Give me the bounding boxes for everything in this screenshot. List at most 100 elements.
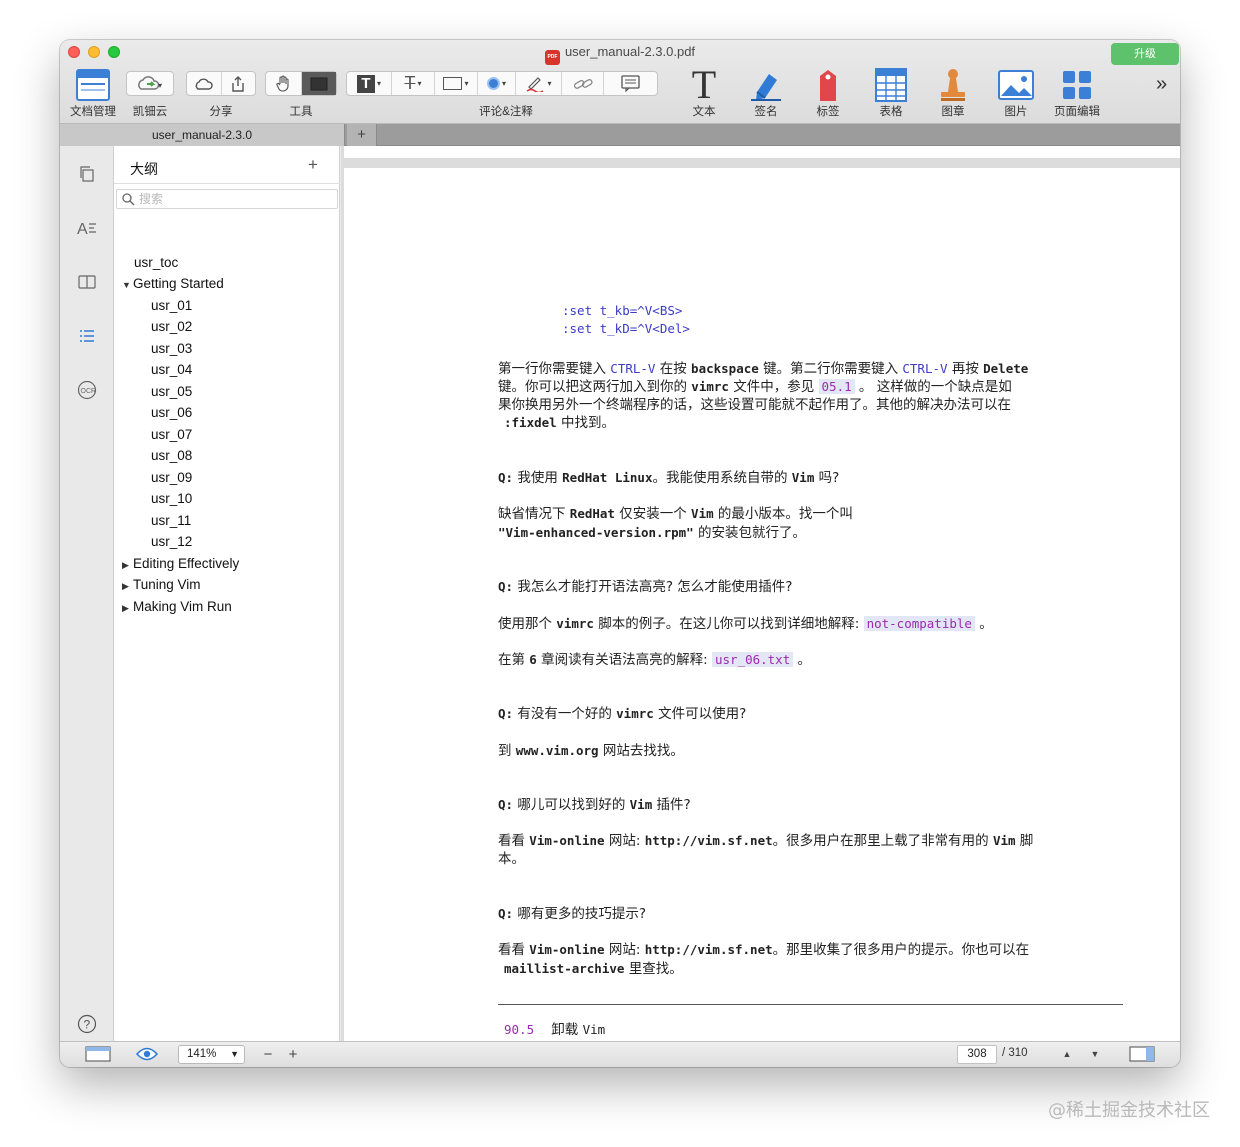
outline-item-making-vim-run[interactable]: ▶ Making Vim Run xyxy=(122,596,232,617)
tab-user-manual[interactable]: user_manual-2.3.0 xyxy=(60,124,345,146)
outline-item-usr-toc[interactable]: usr_toc xyxy=(134,252,178,273)
outline-item-usr-10[interactable]: usr_10 xyxy=(151,488,192,509)
bookmarks-button[interactable] xyxy=(77,272,97,292)
cloud-button[interactable]: ▾ xyxy=(126,71,174,96)
watermark: @稀土掘金技术社区 xyxy=(1048,1100,1210,1121)
faq-question: Q: 有没有一个好的 vimrc 文件可以使用? xyxy=(498,706,747,722)
hand-icon xyxy=(276,75,289,92)
toggle-sidebar-button[interactable] xyxy=(84,1044,112,1064)
new-tab-button[interactable]: + xyxy=(347,124,377,146)
faq-question: Q: 我使用 RedHat Linux。我能使用系统自带的 Vim 吗? xyxy=(498,470,840,486)
previous-page-edge xyxy=(344,146,1180,158)
page-edit-button[interactable] xyxy=(1057,67,1097,103)
ocr-button[interactable]: OCR xyxy=(77,380,97,400)
outline-item-usr-03[interactable]: usr_03 xyxy=(151,338,192,359)
outline-item-usr-12[interactable]: usr_12 xyxy=(151,531,192,552)
book-icon xyxy=(78,275,96,289)
page-layout-icon xyxy=(1129,1046,1155,1062)
outline-item-usr-06[interactable]: usr_06 xyxy=(151,402,192,423)
disclosure-collapsed-icon[interactable]: ▶ xyxy=(122,598,133,619)
hand-tool-button[interactable] xyxy=(266,72,302,95)
ocr-icon: OCR xyxy=(77,380,97,400)
previous-page-button[interactable]: ▲ xyxy=(1057,1044,1077,1064)
faq-answer: 到 www.vim.org 网站去找找。 xyxy=(498,743,684,759)
faq-answer: "Vim-enhanced-version.rpm" 的安装包就行了。 xyxy=(498,525,806,541)
thumbnails-button[interactable] xyxy=(77,164,97,184)
zoom-out-button[interactable]: − xyxy=(260,1044,276,1064)
sidebar-rail: A OCR ? xyxy=(60,146,114,1041)
next-page-button[interactable]: ▼ xyxy=(1085,1044,1105,1064)
strikethrough-button[interactable]: T ▾ xyxy=(392,72,435,95)
tag-label: 标签 xyxy=(816,106,840,118)
outline-button[interactable] xyxy=(77,326,97,346)
reference-link[interactable]: not-compatible xyxy=(863,616,975,631)
font-size-icon: A xyxy=(77,221,96,237)
page-layout-button[interactable] xyxy=(1128,1044,1156,1064)
toolbar-overflow-button[interactable]: » xyxy=(1156,73,1167,96)
document-manage-button[interactable] xyxy=(73,67,113,103)
pen-nib-icon xyxy=(751,74,781,101)
sign-button[interactable] xyxy=(746,67,786,103)
cloud-icon xyxy=(195,78,213,90)
outline-item-usr-05[interactable]: usr_05 xyxy=(151,381,192,402)
tag-button[interactable] xyxy=(808,67,848,103)
zoom-in-button[interactable]: + xyxy=(285,1044,301,1064)
outline-panel: 大纲 + usr_toc ▼Getting Started usr_01 usr… xyxy=(114,146,340,1041)
svg-text:A: A xyxy=(77,221,88,237)
tab-bar: user_manual-2.3.0 + xyxy=(60,124,1180,146)
outline-item-usr-09[interactable]: usr_09 xyxy=(151,467,192,488)
reference-link[interactable]: usr_06.txt xyxy=(711,652,794,667)
help-button[interactable]: ? xyxy=(77,1014,97,1034)
disclosure-collapsed-icon[interactable]: ▶ xyxy=(122,555,133,576)
text-box-button[interactable]: T ▾ xyxy=(347,72,392,95)
outline-item-getting-started[interactable]: ▼ Getting Started xyxy=(122,273,224,294)
view-mode-button[interactable] xyxy=(134,1044,160,1064)
outline-search-input[interactable] xyxy=(139,191,329,207)
eye-icon xyxy=(136,1047,158,1061)
table-button[interactable] xyxy=(871,67,911,103)
outline-item-usr-11[interactable]: usr_11 xyxy=(151,510,191,531)
document-viewer[interactable]: :set t_kb=^V<BS> :set t_kD=^V<Del> 第一行你需… xyxy=(341,146,1180,1041)
outline-header: 大纲 + xyxy=(114,146,340,184)
outline-item-tuning-vim[interactable]: ▶ Tuning Vim xyxy=(122,574,201,595)
outline-item-usr-04[interactable]: usr_04 xyxy=(151,359,192,380)
add-outline-button[interactable]: + xyxy=(308,155,318,175)
zoom-select[interactable]: 141% ▼ xyxy=(178,1045,245,1064)
help-icon: ? xyxy=(77,1014,97,1034)
sign-label: 签名 xyxy=(754,106,778,118)
image-button[interactable] xyxy=(996,67,1036,103)
code-line: :set t_kb=^V<BS> xyxy=(562,303,683,318)
outline-item-usr-07[interactable]: usr_07 xyxy=(151,424,192,445)
outline-item-usr-02[interactable]: usr_02 xyxy=(151,316,192,337)
text-search-button[interactable]: A xyxy=(77,218,97,238)
stamp-button[interactable] xyxy=(933,67,973,103)
text-tool-button[interactable]: T xyxy=(684,65,724,105)
outline-item-usr-01[interactable]: usr_01 xyxy=(151,295,192,316)
upgrade-button[interactable]: 升级 xyxy=(1111,43,1179,65)
comment-button[interactable] xyxy=(604,72,656,95)
annotate-label: 评论&注释 xyxy=(479,106,533,118)
note-color-button[interactable]: ▾ xyxy=(478,72,516,95)
page-grid-icon xyxy=(1063,71,1091,99)
shape-button[interactable]: ▾ xyxy=(435,72,478,95)
page-number-input[interactable]: 308 xyxy=(957,1045,997,1064)
outline-search[interactable] xyxy=(116,189,338,209)
list-icon xyxy=(80,330,94,342)
window-title-text: user_manual-2.3.0.pdf xyxy=(564,44,696,59)
table-icon xyxy=(875,68,907,102)
link-button[interactable] xyxy=(562,72,604,95)
outline-item-editing-effectively[interactable]: ▶ Editing Effectively xyxy=(122,553,239,574)
chevron-down-icon: ▼ xyxy=(230,1049,239,1059)
pen-button[interactable]: ▾ xyxy=(516,72,562,95)
disclosure-collapsed-icon[interactable]: ▶ xyxy=(122,576,133,597)
cloud-upload-button[interactable] xyxy=(187,72,222,95)
share-button[interactable] xyxy=(222,72,256,95)
disclosure-expanded-icon[interactable]: ▼ xyxy=(122,275,133,296)
outline-item-usr-08[interactable]: usr_08 xyxy=(151,445,192,466)
cloud-label: 凯钿云 xyxy=(132,106,168,118)
paragraph-line: 果你换用另外一个终端程序的话，这些设置可能就不起作用了。其他的解决办法可以在 xyxy=(498,397,1011,413)
reference-link[interactable]: 05.1 xyxy=(818,379,855,394)
strikethrough-icon: T xyxy=(404,73,416,93)
select-tool-button[interactable] xyxy=(301,72,336,95)
code-line: :set t_kD=^V<Del> xyxy=(562,321,690,336)
